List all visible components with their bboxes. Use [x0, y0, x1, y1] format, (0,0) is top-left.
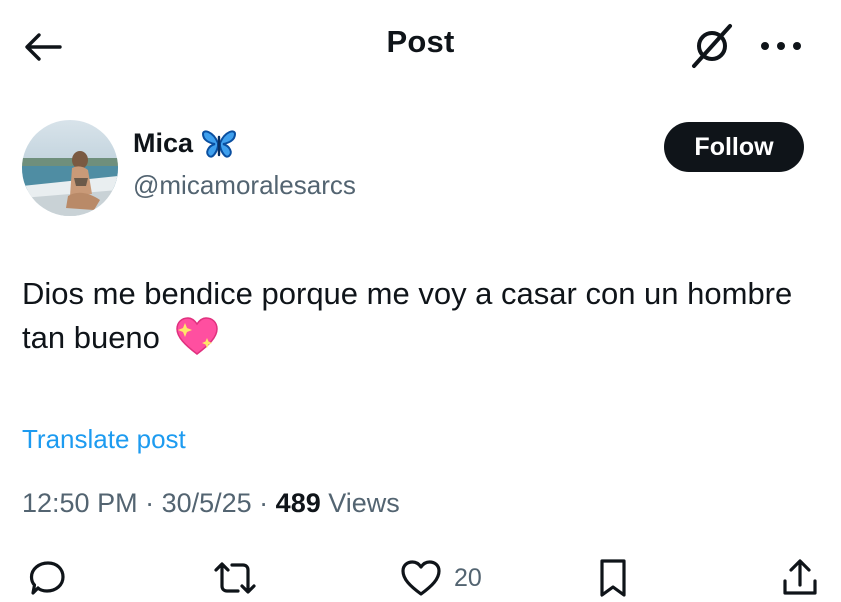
more-options-button[interactable]: [752, 24, 810, 68]
post-metadata: 12:50 PM · 30/5/25 · 489 Views: [22, 488, 400, 519]
views-count: 489: [275, 488, 321, 518]
follow-button[interactable]: Follow: [664, 122, 804, 172]
reply-button[interactable]: [28, 556, 68, 600]
avatar-photo: [22, 120, 118, 216]
author-display-name[interactable]: Mica: [133, 128, 237, 159]
post-text: Dios me bendice porque me voy a casar co…: [22, 272, 822, 370]
meta-separator: ·: [251, 488, 276, 518]
grok-button[interactable]: [684, 20, 740, 72]
post-time: 12:50 PM: [22, 488, 138, 518]
sparkling-heart-emoji: [175, 316, 219, 370]
views-label: Views: [320, 488, 400, 518]
post-text-content: Dios me bendice porque me voy a casar co…: [22, 276, 793, 355]
avatar[interactable]: [22, 120, 118, 216]
bookmark-button[interactable]: [596, 556, 630, 600]
like-button[interactable]: 20: [400, 556, 482, 600]
butterfly-emoji: [202, 129, 237, 158]
more-horizontal-icon: [761, 42, 801, 50]
share-button[interactable]: [780, 556, 820, 600]
repost-icon: [214, 562, 256, 594]
repost-button[interactable]: [212, 556, 258, 600]
like-count: 20: [454, 563, 482, 592]
post-date: 30/5/25: [161, 488, 252, 518]
grok-icon: [692, 24, 732, 68]
author-name-text: Mica: [133, 128, 194, 158]
translate-post-link[interactable]: Translate post: [22, 424, 186, 455]
bookmark-icon: [600, 559, 626, 597]
author-handle[interactable]: @micamoralesarcs: [133, 170, 356, 201]
heart-icon: [401, 560, 441, 596]
share-icon: [783, 559, 817, 595]
reply-icon: [29, 561, 65, 595]
top-bar: Post: [0, 0, 841, 90]
meta-separator: ·: [137, 488, 162, 518]
